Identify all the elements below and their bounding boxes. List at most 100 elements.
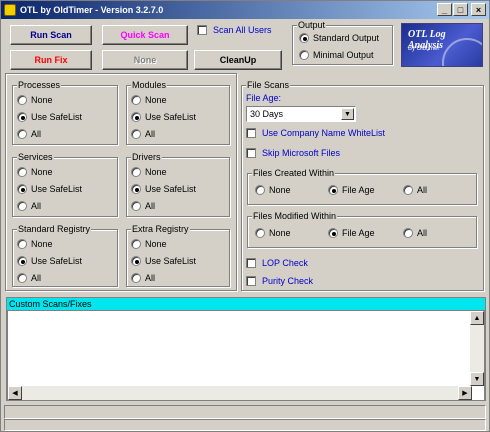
otl-logo: OTL Log Analysis By Oldtimer [401, 23, 483, 67]
horizontal-scrollbar[interactable]: ◀ ▶ [8, 386, 472, 400]
radio-label: None [145, 239, 167, 249]
services-none-radio[interactable]: None [17, 167, 53, 177]
radio-label: Use SafeList [145, 184, 197, 194]
modules-none-radio[interactable]: None [131, 95, 167, 105]
modules-group: Modules None Use SafeList All [126, 80, 230, 145]
modules-safelist-radio[interactable]: Use SafeList [131, 112, 196, 122]
services-group: Services None Use SafeList All [12, 152, 118, 217]
file-age-value: 30 Days [250, 109, 284, 119]
extra-registry-all-radio[interactable]: All [131, 273, 155, 283]
services-all-radio[interactable]: All [17, 201, 41, 211]
radio-selected [299, 33, 309, 43]
checkbox-box [246, 258, 256, 268]
standard-output-radio[interactable]: Standard Output [299, 33, 379, 43]
radio-label: Use SafeList [31, 256, 83, 266]
created-file-age-radio[interactable]: File Age [328, 185, 375, 195]
run-scan-button[interactable]: Run Scan [10, 25, 92, 45]
lop-check-checkbox[interactable]: LOP Check [246, 258, 308, 268]
services-safelist-radio[interactable]: Use SafeList [17, 184, 82, 194]
custom-scans-textarea[interactable]: ▲ ▼ ◀ ▶ [7, 310, 485, 401]
arrow-right-icon[interactable]: ▶ [458, 386, 472, 400]
vertical-scrollbar[interactable]: ▲ ▼ [470, 311, 484, 386]
checkbox-box [246, 148, 256, 158]
arrow-up-icon[interactable]: ▲ [470, 311, 484, 325]
run-fix-button[interactable]: Run Fix [10, 50, 92, 70]
radio-label: Use SafeList [145, 112, 197, 122]
services-caption: Services [17, 152, 54, 162]
radio-label: Use SafeList [31, 112, 83, 122]
close-button[interactable]: × [471, 3, 486, 16]
scan-all-users-label: Scan All Users [213, 25, 272, 35]
extra-registry-safelist-radio[interactable]: Use SafeList [131, 256, 196, 266]
radio-unselected [299, 50, 309, 60]
files-modified-caption: Files Modified Within [252, 211, 338, 221]
modified-none-radio[interactable]: None [255, 228, 291, 238]
radio-unselected [17, 273, 27, 283]
radio-label: File Age [342, 228, 375, 238]
radio-unselected [131, 273, 141, 283]
purity-check-checkbox[interactable]: Purity Check [246, 276, 313, 286]
skip-microsoft-files-label: Skip Microsoft Files [262, 148, 341, 158]
radio-unselected [403, 185, 413, 195]
drivers-safelist-radio[interactable]: Use SafeList [131, 184, 196, 194]
radio-selected [17, 112, 27, 122]
radio-label: All [145, 201, 156, 211]
std-registry-safelist-radio[interactable]: Use SafeList [17, 256, 82, 266]
skip-microsoft-files-checkbox[interactable]: Skip Microsoft Files [246, 148, 340, 158]
status-bar [4, 405, 486, 419]
file-age-label: File Age: [246, 93, 282, 103]
modified-file-age-radio[interactable]: File Age [328, 228, 375, 238]
none-button: None [102, 50, 188, 70]
custom-scans-panel: Custom Scans/Fixes ▲ ▼ ◀ ▶ [6, 297, 486, 401]
chevron-down-icon[interactable]: ▼ [341, 108, 354, 120]
radio-unselected [255, 185, 265, 195]
created-none-radio[interactable]: None [255, 185, 291, 195]
processes-safelist-radio[interactable]: Use SafeList [17, 112, 82, 122]
scan-all-users-checkbox[interactable]: Scan All Users [197, 25, 272, 35]
radio-label: None [145, 95, 167, 105]
use-company-whitelist-checkbox[interactable]: Use Company Name WhiteList [246, 128, 385, 138]
cleanup-button[interactable]: CleanUp [194, 50, 282, 70]
created-all-radio[interactable]: All [403, 185, 427, 195]
radio-label: Use SafeList [145, 256, 197, 266]
files-created-caption: Files Created Within [252, 168, 336, 178]
radio-label: None [269, 185, 291, 195]
processes-none-radio[interactable]: None [17, 95, 53, 105]
drivers-none-radio[interactable]: None [131, 167, 167, 177]
radio-unselected [17, 95, 27, 105]
extra-registry-none-radio[interactable]: None [131, 239, 167, 249]
drivers-all-radio[interactable]: All [131, 201, 155, 211]
title-bar[interactable]: OTL by OldTimer - Version 3.2.7.0 _ □ × [1, 1, 489, 19]
radio-label: None [31, 239, 53, 249]
radio-label: All [145, 273, 156, 283]
radio-label: All [145, 129, 156, 139]
output-caption: Output [297, 20, 327, 30]
use-company-whitelist-label: Use Company Name WhiteList [262, 128, 386, 138]
processes-all-radio[interactable]: All [17, 129, 41, 139]
radio-label: All [31, 129, 42, 139]
radio-label: None [31, 95, 53, 105]
radio-label: None [269, 228, 291, 238]
quick-scan-button[interactable]: Quick Scan [102, 25, 188, 45]
modified-all-radio[interactable]: All [403, 228, 427, 238]
minimal-output-radio[interactable]: Minimal Output [299, 50, 374, 60]
radio-unselected [255, 228, 265, 238]
maximize-button[interactable]: □ [453, 3, 468, 16]
arrow-left-icon[interactable]: ◀ [8, 386, 22, 400]
extra-registry-caption: Extra Registry [131, 224, 190, 234]
minimize-button[interactable]: _ [437, 3, 452, 16]
modules-all-radio[interactable]: All [131, 129, 155, 139]
file-scans-group: File Scans File Age: 30 Days ▼ Use Compa… [241, 80, 484, 291]
file-age-select[interactable]: 30 Days ▼ [246, 106, 356, 122]
std-registry-none-radio[interactable]: None [17, 239, 53, 249]
radio-label: All [417, 228, 428, 238]
radio-label: File Age [342, 185, 375, 195]
radio-selected [131, 184, 141, 194]
arrow-down-icon[interactable]: ▼ [470, 372, 484, 386]
logo-byline: By Oldtimer [408, 46, 440, 52]
radio-unselected [17, 201, 27, 211]
std-registry-all-radio[interactable]: All [17, 273, 41, 283]
files-created-group: Files Created Within None File Age All [247, 168, 477, 205]
radio-selected [131, 256, 141, 266]
file-scans-caption: File Scans [246, 80, 291, 90]
